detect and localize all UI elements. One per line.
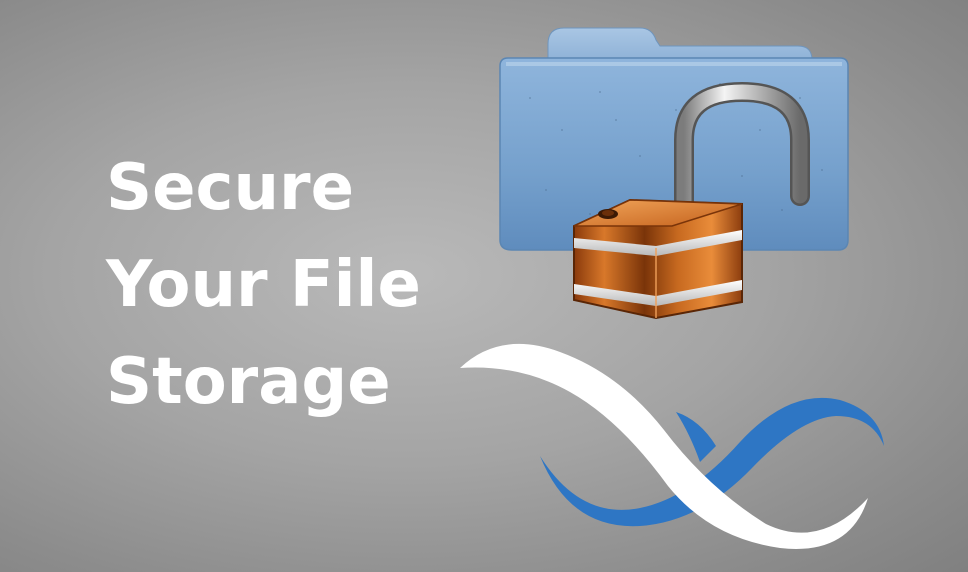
illustration: [460, 27, 884, 549]
banner-canvas: Secure Your File Storage: [0, 0, 968, 572]
brand-logo-icon: [460, 343, 884, 549]
